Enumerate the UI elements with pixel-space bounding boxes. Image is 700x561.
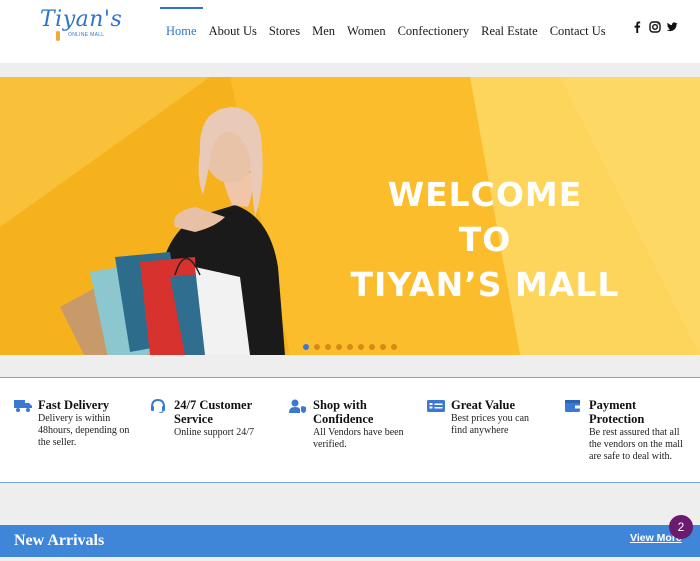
brand-name: Tiyan's [40,7,123,32]
hero-line-welcome: WELCOME [387,175,583,214]
carousel-dot[interactable] [336,344,342,350]
feature-desc-line: All Vendors have been [313,427,404,438]
feature-title: Shop with [313,398,367,412]
feature-desc-line: Delivery is within [38,413,111,424]
nav-item-confectionery[interactable]: Confectionery [392,7,476,47]
feature-desc-line: verified. [313,439,347,450]
nav-item-women[interactable]: Women [341,7,392,47]
logo-accent [56,31,60,41]
feature-desc-line: find anywhere [451,425,509,436]
carousel-dot[interactable] [358,344,364,350]
truck-icon [14,399,32,413]
feature-desc-line: Online support 24/7 [174,427,254,438]
feature-title-line-2: Service [174,412,213,426]
carousel-dot[interactable] [369,344,375,350]
wallet-icon [565,399,583,413]
feature-title: 24/7 Customer [174,398,253,412]
features-strip: Fast Delivery Delivery is within 48hours… [0,377,700,483]
feature-title: Payment [589,398,637,412]
feature-title-line-2: Confidence [313,412,374,426]
new-arrivals-bar: New Arrivals View More [0,525,700,557]
new-arrivals-title: New Arrivals [14,532,105,549]
site-header: Tiyan's ONLINE MALL Home About Us Stores… [0,0,700,63]
brand-tagline: ONLINE MALL [68,32,105,38]
notification-badge[interactable]: 2 [669,515,693,539]
hero-line-to: TO [458,220,512,259]
feature-title: Great Value [451,398,516,412]
feature-desc-line: are safe to deal with. [589,451,673,462]
nav-item-stores[interactable]: Stores [263,7,306,47]
brand-logo[interactable]: Tiyan's ONLINE MALL [38,7,122,47]
carousel-dot[interactable] [303,344,309,350]
feature-title: Fast Delivery [38,398,110,412]
carousel-dot[interactable] [325,344,331,350]
feature-desc-line: the vendors on the mall [589,439,683,450]
carousel-dot[interactable] [391,344,397,350]
feature-desc-line: the seller. [38,437,77,448]
feature-desc-line: Best prices you can [451,413,530,424]
price-tag-icon [427,399,445,413]
nav-item-home[interactable]: Home [160,7,203,47]
social-links [632,20,678,33]
instagram-icon[interactable] [649,20,661,33]
carousel-dots [303,344,397,350]
twitter-icon[interactable] [666,20,678,32]
feature-title-line-2: Protection [589,412,645,426]
carousel-dot[interactable] [314,344,320,350]
carousel-dot[interactable] [347,344,353,350]
nav-item-about-us[interactable]: About Us [203,7,263,47]
nav-item-men[interactable]: Men [306,7,341,47]
nav-item-real-estate[interactable]: Real Estate [475,7,544,47]
carousel-dot[interactable] [380,344,386,350]
user-shield-icon [289,399,307,413]
hero-line-mall: TIYAN’S MALL [350,265,620,304]
feature-desc-line: 48hours, depending on [38,425,130,436]
facebook-icon[interactable] [632,20,643,33]
hero-headline: WELCOME TO TIYAN’S MALL [330,172,640,307]
feature-desc-line: Be rest assured that all [589,427,680,438]
nav-item-contact-us[interactable]: Contact Us [544,7,612,47]
main-nav: Home About Us Stores Men Women Confectio… [160,7,612,47]
hero-banner[interactable]: WELCOME TO TIYAN’S MALL [0,77,700,355]
headset-icon [150,398,168,414]
